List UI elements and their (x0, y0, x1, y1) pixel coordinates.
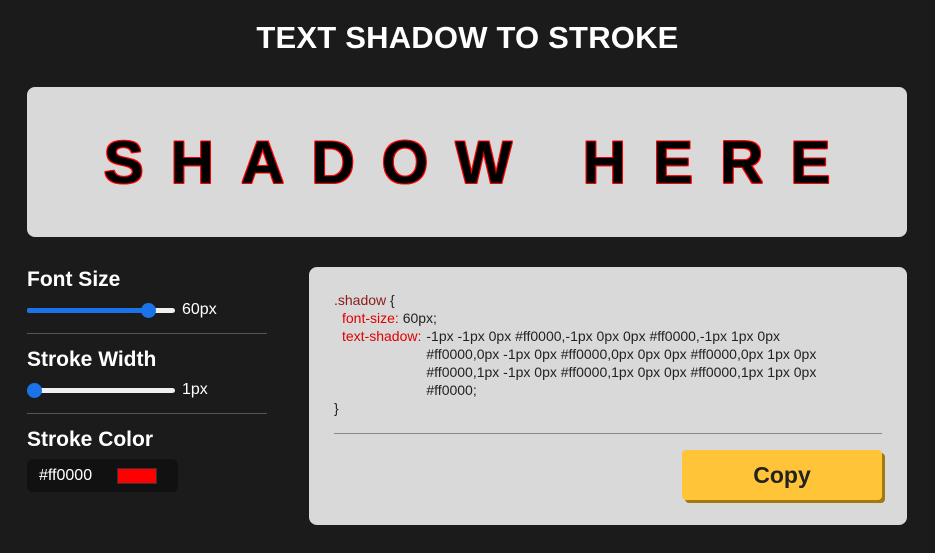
preview-panel: SHADOW HERE (27, 87, 907, 237)
stroke-width-label: Stroke Width (27, 348, 157, 371)
font-size-slider-row: 60px (27, 299, 267, 321)
stroke-color-label: Stroke Color (27, 428, 154, 451)
font-size-control: Font Size 60px (27, 267, 267, 334)
copy-button[interactable]: Copy (682, 450, 882, 500)
code-divider (334, 433, 882, 434)
stroke-color-swatch[interactable] (117, 467, 158, 484)
code-line-text-shadow: text-shadow: -1px -1px 0px #ff0000,-1px 0… (334, 327, 864, 399)
code-text-shadow-value: -1px -1px 0px #ff0000,-1px 0px 0px #ff00… (426, 328, 817, 398)
slider-thumb[interactable] (27, 383, 42, 398)
stroke-width-value: 1px (182, 381, 208, 398)
slider-thumb[interactable] (140, 303, 156, 318)
code-selector: .shadow (334, 292, 387, 308)
code-text-shadow-prop: text-shadow: (342, 328, 422, 344)
font-size-label: Font Size (27, 268, 121, 291)
code-font-size-value: 60px; (398, 310, 437, 326)
stroke-color-hex[interactable]: #ff0000 (39, 467, 92, 485)
stroke-width-control: Stroke Width 1px (27, 334, 267, 414)
stroke-color-picker[interactable]: #ff0000 (27, 459, 178, 492)
font-size-value: 60px (182, 301, 217, 318)
stroke-width-slider-row: 1px (27, 379, 267, 401)
controls-panel: Font Size 60px Stroke Width 1px Stroke C… (27, 267, 267, 504)
code-line-font-size: font-size: 60px; (334, 309, 864, 327)
stroke-color-control: Stroke Color #ff0000 (27, 414, 267, 504)
app-root: TEXT SHADOW TO STROKE SHADOW HERE Font S… (0, 0, 935, 553)
slider-track (27, 388, 175, 393)
code-font-size-prop: font-size: (342, 310, 399, 326)
code-line-selector: .shadow { (334, 291, 864, 309)
stroke-width-slider[interactable] (27, 382, 175, 398)
preview-text: SHADOW HERE (103, 128, 858, 196)
css-code-output: .shadow { font-size: 60px; text-shadow: -… (334, 291, 864, 417)
slider-fill (27, 308, 148, 313)
page-title: TEXT SHADOW TO STROKE (256, 20, 679, 55)
code-open-brace: { (386, 292, 395, 308)
font-size-slider[interactable] (27, 302, 175, 318)
code-close-brace: } (334, 400, 339, 416)
code-panel: .shadow { font-size: 60px; text-shadow: -… (309, 267, 907, 525)
